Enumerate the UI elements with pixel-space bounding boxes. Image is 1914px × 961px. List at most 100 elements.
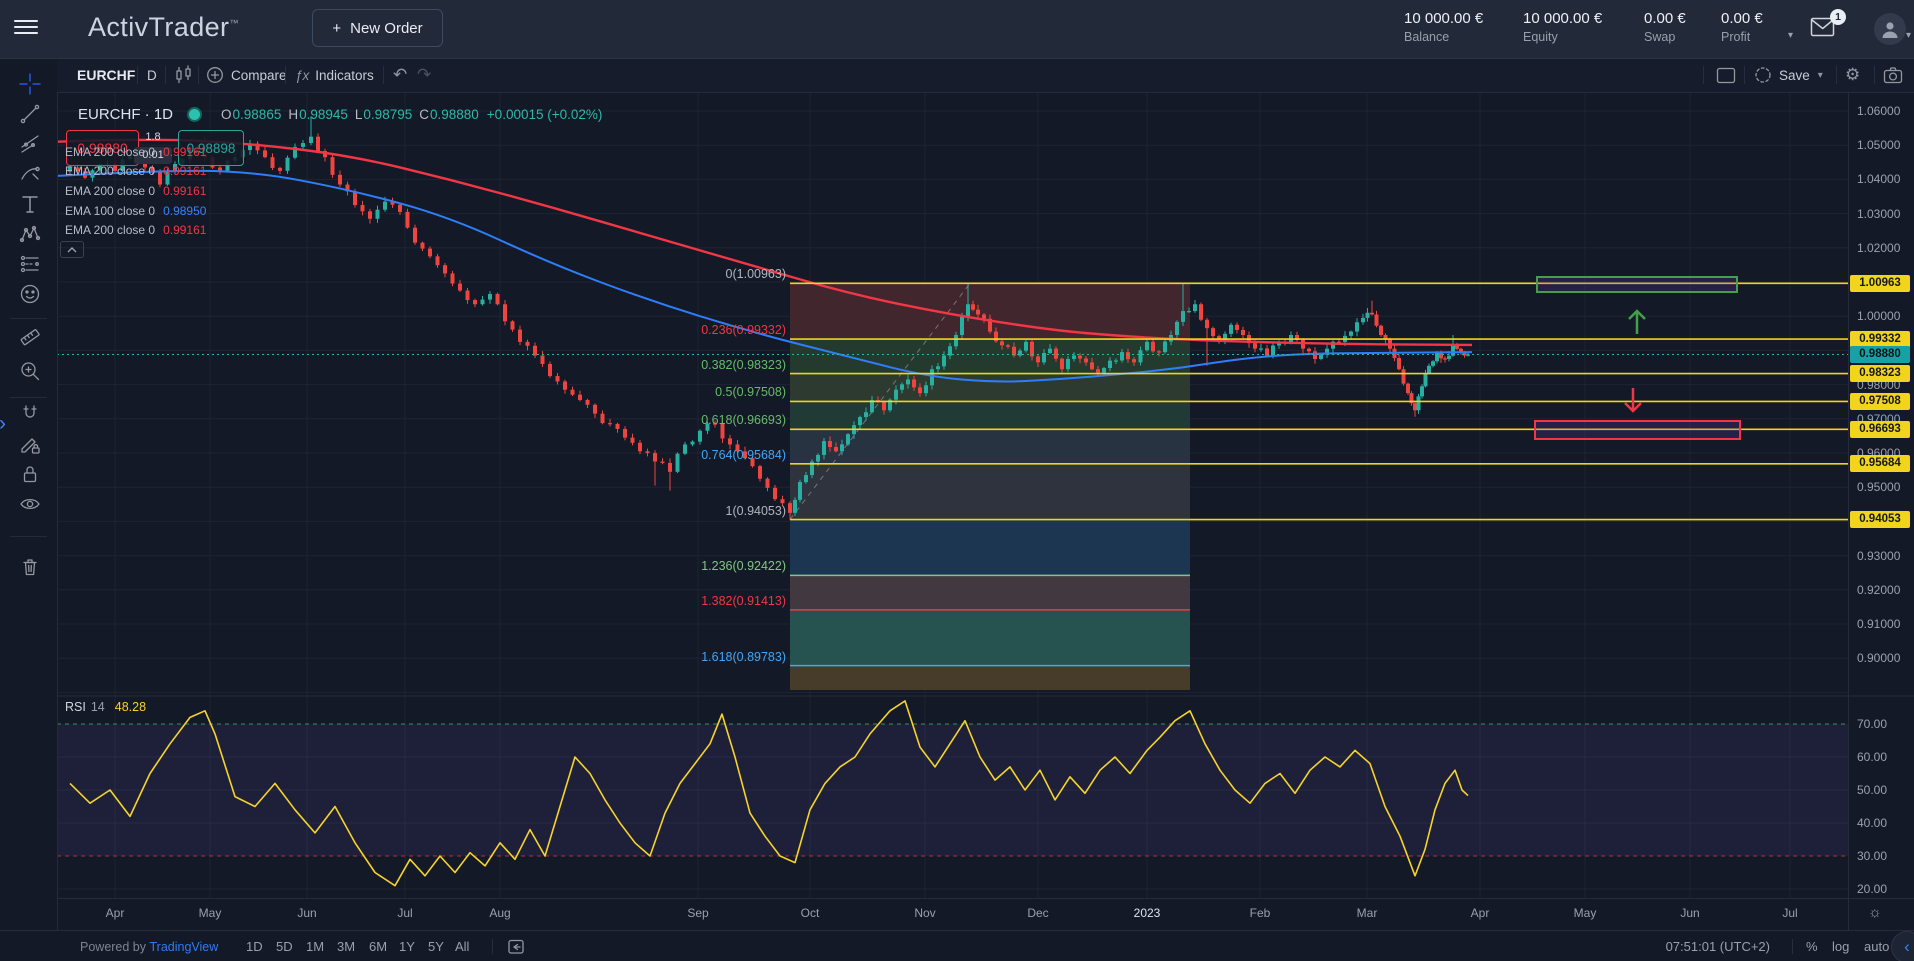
new-order-button[interactable]: + New Order — [312, 9, 443, 47]
legend-symbol[interactable]: EURCHF · 1D — [78, 106, 173, 123]
price-axis-tick: 1.04000 — [1857, 172, 1900, 186]
rsi-name[interactable]: RSI — [65, 700, 86, 714]
price-level-badge: 0.97508 — [1850, 393, 1910, 410]
fib-level-label: 0.236(0.99332) — [701, 323, 786, 337]
menu-icon[interactable] — [14, 20, 38, 38]
avatar-caret-icon[interactable]: ▾ — [1906, 30, 1911, 41]
rsi-legend: RSI 14 48.28 — [65, 700, 146, 714]
price-level-badge: 1.00963 — [1850, 275, 1910, 292]
range-button-1d[interactable]: 1D — [246, 931, 263, 961]
fib-level-label: 0.5(0.97508) — [715, 385, 786, 399]
fib-level-label: 1(0.94053) — [726, 504, 786, 518]
interval-button[interactable]: D — [147, 58, 157, 92]
log-scale-button[interactable]: log — [1832, 931, 1849, 961]
indicator-row[interactable]: EMA 200 close 00.99161 — [65, 220, 206, 240]
time-axis-label: Jun — [287, 906, 327, 920]
range-button-5d[interactable]: 5D — [276, 931, 293, 961]
range-button-all[interactable]: All — [455, 931, 469, 961]
compare-button[interactable]: Compare — [206, 58, 287, 92]
ohlc-key: O — [221, 107, 232, 122]
time-axis-label: Sep — [678, 906, 718, 920]
ruler-icon[interactable] — [18, 325, 42, 349]
time-axis-label: Apr — [1460, 906, 1500, 920]
fib-level-label: 0.764(0.95684) — [701, 448, 786, 462]
time-axis-label: 2023 — [1127, 906, 1167, 920]
crosshair-icon[interactable] — [18, 72, 42, 96]
rsi-value: 48.28 — [115, 700, 146, 714]
redo-icon[interactable]: ↷ — [417, 58, 431, 92]
drawing-lock-icon[interactable] — [18, 432, 42, 456]
fib-level-label: 0.618(0.96693) — [701, 413, 786, 427]
time-axis-label: Nov — [905, 906, 945, 920]
range-button-3m[interactable]: 3M — [337, 931, 355, 961]
legend-change: +0.00015 (+0.02%) — [487, 107, 603, 122]
percent-scale-button[interactable]: % — [1806, 931, 1818, 961]
price-axis-tick: 0.90000 — [1857, 651, 1900, 665]
indicator-value: 0.98950 — [163, 204, 206, 218]
indicator-row[interactable]: EMA 200 close 00.99161 — [65, 142, 206, 162]
rsi-axis-tick: 20.00 — [1857, 882, 1887, 896]
auto-scale-button[interactable]: auto — [1864, 931, 1889, 961]
remove-drawings-icon[interactable] — [18, 554, 42, 578]
time-axis-label: Jul — [1770, 906, 1810, 920]
ohlc-value: 0.98945 — [299, 107, 348, 122]
text-icon[interactable] — [18, 192, 42, 216]
layout-icon[interactable] — [1716, 58, 1736, 92]
collapse-panel-icon[interactable]: ‹ — [1891, 931, 1914, 961]
trend-line-icon[interactable] — [18, 102, 42, 126]
bottom-bar: Powered by TradingView 1D5D1M3M6M1Y5YAll… — [0, 930, 1914, 961]
undo-icon[interactable]: ↶ — [393, 58, 407, 92]
chart-type-icon[interactable] — [174, 58, 193, 92]
indicator-label: EMA 100 close 0 — [65, 204, 155, 218]
time-axis-label: Dec — [1018, 906, 1058, 920]
axis-settings-icon[interactable]: ☼ — [1868, 904, 1882, 921]
account-caret-icon[interactable]: ▾ — [1788, 30, 1793, 41]
indicator-row[interactable]: EMA 200 close 00.99161 — [65, 162, 206, 182]
goto-date-icon[interactable] — [507, 931, 525, 961]
current-price-badge: 0.98880 — [1850, 346, 1910, 363]
time-axis-label: Jul — [385, 906, 425, 920]
fib-level-label: 1.618(0.89783) — [701, 650, 786, 664]
indicator-row[interactable]: EMA 200 close 00.99161 — [65, 181, 206, 201]
indicator-label: EMA 200 close 0 — [65, 184, 155, 198]
indicator-row[interactable]: EMA 100 close 0 0.98950 — [65, 201, 206, 221]
zoom-in-icon[interactable] — [18, 359, 42, 383]
rsi-axis-tick: 60.00 — [1857, 750, 1887, 764]
range-button-1y[interactable]: 1Y — [399, 931, 415, 961]
price-axis[interactable]: 1.060001.050001.040001.030001.020001.000… — [1849, 92, 1914, 898]
camera-icon[interactable] — [1883, 58, 1903, 92]
price-level-badge: 0.94053 — [1850, 511, 1910, 528]
fib-retracement-icon[interactable] — [18, 132, 42, 156]
time-axis-label: Oct — [790, 906, 830, 920]
range-button-6m[interactable]: 6M — [369, 931, 387, 961]
settings-gear-icon[interactable]: ⚙ — [1845, 58, 1860, 92]
price-axis-tick: 1.00000 — [1857, 309, 1900, 323]
price-axis-tick: 0.91000 — [1857, 617, 1900, 631]
range-button-5y[interactable]: 5Y — [428, 931, 444, 961]
indicators-button[interactable]: ƒx Indicators — [295, 58, 374, 92]
time-axis[interactable]: ☼ AprMayJunJulAugSepOctNovDec2023FebMarA… — [0, 898, 1914, 931]
xabcd-pattern-icon[interactable] — [18, 222, 42, 246]
magnet-icon[interactable] — [18, 402, 42, 426]
market-status-icon — [187, 107, 202, 122]
brush-icon[interactable] — [18, 162, 42, 186]
time-axis-label: May — [1565, 906, 1605, 920]
emoji-icon[interactable] — [18, 282, 42, 306]
rsi-axis-tick: 50.00 — [1857, 783, 1887, 797]
price-chart-canvas[interactable] — [0, 0, 1914, 961]
hide-all-icon[interactable] — [18, 492, 42, 516]
price-axis-tick: 0.95000 — [1857, 480, 1900, 494]
price-axis-tick: 0.92000 — [1857, 583, 1900, 597]
ohlc-value: 0.98795 — [363, 107, 412, 122]
save-button[interactable]: Save ▾ — [1754, 58, 1823, 92]
fib-level-label: 1.382(0.91413) — [701, 594, 786, 608]
lock-all-icon[interactable] — [18, 462, 42, 486]
collapse-indicators-button[interactable] — [60, 241, 84, 258]
object-tree-toggle-icon[interactable]: › — [0, 412, 6, 436]
chart-legend: EURCHF · 1D O0.98865H0.98945L0.98795C0.9… — [78, 106, 602, 123]
forecast-icon[interactable] — [18, 252, 42, 276]
avatar[interactable] — [1874, 13, 1906, 45]
range-button-1m[interactable]: 1M — [306, 931, 324, 961]
tradingview-link[interactable]: TradingView — [150, 940, 219, 954]
symbol-button[interactable]: EURCHF — [77, 58, 135, 92]
